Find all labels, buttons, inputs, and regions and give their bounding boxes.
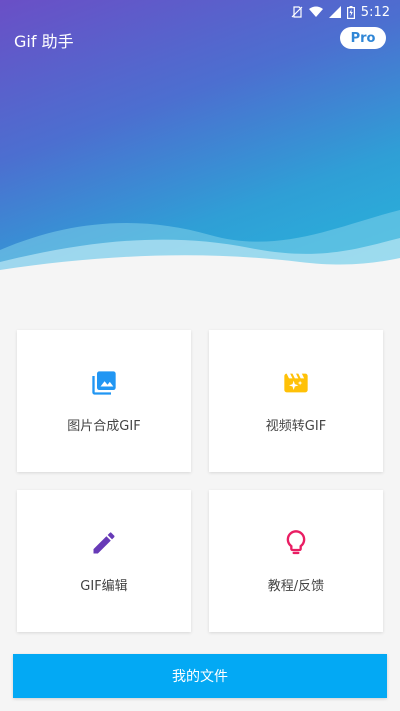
- card-gif-edit[interactable]: GIF编辑: [17, 490, 191, 632]
- pro-button[interactable]: Pro: [340, 27, 386, 49]
- movie-sparkle-icon: [284, 373, 308, 392]
- photo-library-icon: [92, 370, 116, 395]
- header-banner: 5:12 Gif 助手 Pro: [0, 0, 400, 280]
- lightbulb-icon: [286, 529, 306, 554]
- app-title: Gif 助手: [14, 32, 74, 51]
- pencil-icon: [93, 531, 115, 553]
- card-label: 图片合成GIF: [67, 418, 141, 434]
- card-image-to-gif[interactable]: 图片合成GIF: [17, 330, 191, 472]
- status-bar: 5:12: [0, 0, 400, 24]
- card-video-to-gif[interactable]: 视频转GIF: [209, 330, 383, 472]
- wifi-icon: [308, 6, 323, 18]
- card-label: 教程/反馈: [267, 578, 325, 594]
- card-tutorial-feedback[interactable]: 教程/反馈: [209, 490, 383, 632]
- card-label: 视频转GIF: [265, 418, 327, 434]
- card-label: GIF编辑: [80, 578, 128, 594]
- battery-icon: [346, 5, 355, 19]
- no-sim-icon: [291, 6, 303, 18]
- status-time: 5:12: [360, 4, 390, 20]
- signal-icon: [328, 6, 341, 18]
- my-files-button[interactable]: 我的文件: [13, 654, 387, 698]
